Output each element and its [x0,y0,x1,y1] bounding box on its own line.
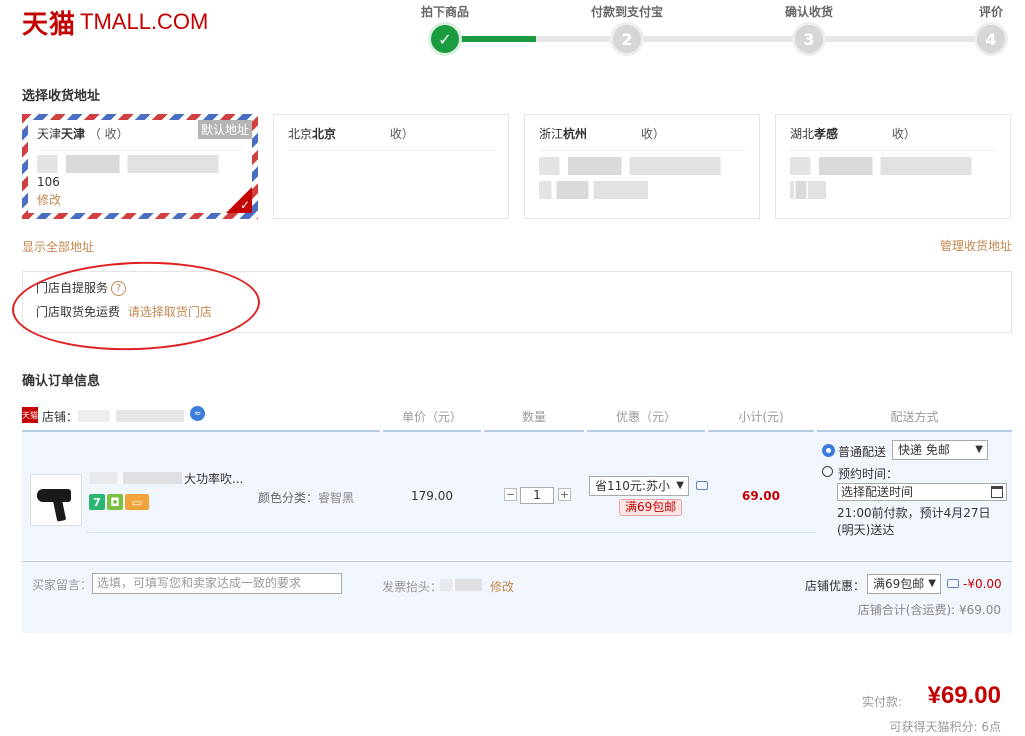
sku-row: 颜色分类：睿智黑 [258,489,354,506]
step-3-circle: 3 [792,22,826,56]
buyer-message-input[interactable]: 选填，可填写您和卖家达成一致的要求 [92,573,342,594]
address-province: 北京 [288,127,313,141]
step-2-circle: 2 [610,22,644,56]
address-recipient: 收） [891,127,916,141]
store-discount-select[interactable]: 满69包邮 ▼ [867,574,941,594]
manage-addresses-link[interactable]: 管理收货地址 [940,237,1012,254]
shipping-method-select[interactable]: 快递 免邮 ▼ [892,440,988,460]
store-label: 店铺： [42,410,79,424]
seven-day-return-icon: 7 [89,494,105,510]
address-city: 北京 [312,127,337,141]
step-4-label: 评价 [978,5,1004,19]
product-title[interactable]: 大功率吹... [184,470,243,487]
address-card-head: 北京北京 收） [288,125,494,151]
header-delivery: 配送方式 [890,410,939,424]
address-recipient: （ 收） [88,127,129,141]
chevron-down-icon: ▼ [975,444,983,455]
step-3-label: 确认收货 [784,5,834,19]
product-image[interactable] [30,474,82,526]
store-discount-label: 店铺优惠： [805,579,866,593]
normal-delivery-label[interactable]: 普通配送 [838,443,886,460]
invoice-edit-link[interactable]: 修改 [490,578,514,595]
quantity-increase-button[interactable]: + [558,488,571,501]
step-2-label: 付款到支付宝 [590,5,664,19]
header-subtotal: 小计(元) [738,410,784,424]
address-card-head: 浙江杭州 收） [539,125,745,151]
step-4-circle: 4 [974,22,1008,56]
delivery-time-input[interactable]: 选择配送时间 [837,483,1007,501]
credit-card-icon: ▭ [125,494,149,510]
delivery-time-placeholder: 选择配送时间 [841,485,914,499]
message-icon[interactable] [696,481,708,490]
store-total: 店铺合计(含运费): ¥69.00 [857,603,1001,617]
address-province: 湖北 [790,127,815,141]
item-divider [86,532,816,533]
product-title-redacted [90,472,182,484]
address-line: 106 [37,175,60,189]
address-city: 杭州 [563,127,588,141]
shipping-method-value: 快递 免邮 [898,443,950,457]
address-section-title: 选择收货地址 [22,89,101,104]
order-section-title: 确认订单信息 [22,374,101,389]
address-card-head: 湖北孝感 收） [790,125,996,151]
address-redacted [539,157,745,175]
wangwang-chat-icon[interactable]: ≈ [190,406,205,421]
address-redacted [790,157,996,175]
header-price: 单价（元） [401,410,462,424]
check-icon: ✓ [239,198,250,212]
address-redacted [790,181,832,199]
address-province: 浙江 [539,127,564,141]
payment-amount: ¥69.00 [927,682,1001,709]
normal-delivery-radio[interactable] [822,444,835,457]
address-recipient: 收） [640,127,665,141]
address-city: 孝感 [814,127,839,141]
discount-select[interactable]: 省110元:苏小 ▼ [589,476,689,496]
show-all-addresses-link[interactable]: 显示全部地址 [22,238,94,255]
points-earned: 可获得天猫积分: 6点 [889,720,1002,734]
address-card[interactable]: 北京北京 收） [273,114,509,219]
sku-value: 睿智黑 [318,491,355,505]
address-redacted [37,155,243,173]
guarantee-icon: ◘ [107,494,123,510]
sku-label: 颜色分类： [258,491,319,505]
address-province: 天津 [37,127,62,141]
store-discount-select-value: 满69包邮 [873,577,925,591]
message-label: 买家留言： [32,578,93,592]
default-address-badge: 默认地址 [197,120,252,139]
address-city: 天津 [61,127,86,141]
quantity-decrease-button[interactable]: − [504,488,517,501]
clock-icon [822,466,833,477]
header-discount: 优惠（元） [615,410,676,424]
delivery-estimate: 21:00前付款，预计4月27日(明天)送达 [837,506,991,537]
step-1-label: 拍下商品 [420,5,470,19]
logo-cn: 天猫 [22,9,77,40]
tmall-logo[interactable]: 天猫 TMALL.COM [22,4,208,40]
scheduled-time-label: 预约时间： [838,467,899,481]
unit-price: 179.00 [411,489,453,503]
store-discount-value: -¥0.00 [963,577,1002,591]
logo-en: TMALL.COM [80,9,209,34]
address-card[interactable]: 浙江杭州 收） [524,114,760,219]
step-1-check-icon: ✓ [428,22,462,56]
calendar-icon[interactable] [991,486,1003,498]
address-redacted [539,181,663,199]
invoice-title-redacted [440,579,482,591]
chevron-down-icon: ▼ [928,578,936,589]
subtotal-value: 69.00 [742,489,780,503]
tmall-store-icon: 天猫 [22,407,38,423]
address-edit-link[interactable]: 修改 [37,191,243,208]
invoice-label: 发票抬头： [382,580,443,594]
quantity-input[interactable]: 1 [520,487,554,504]
free-shipping-tag: 满69包邮 [619,499,683,516]
address-card-selected[interactable]: 天津天津 （ 收） 106 修改 默认地址 ✓ [22,114,258,219]
header-quantity: 数量 [521,410,546,424]
address-card[interactable]: 湖北孝感 收） [775,114,1011,219]
address-recipient: 收） [389,127,414,141]
payment-label: 实付款: [861,695,902,709]
discount-select-value: 省110元:苏小 [595,479,670,493]
message-icon[interactable] [947,579,959,588]
order-footer [22,561,1012,633]
store-name-redacted[interactable] [78,410,184,422]
chevron-down-icon: ▼ [676,480,684,491]
